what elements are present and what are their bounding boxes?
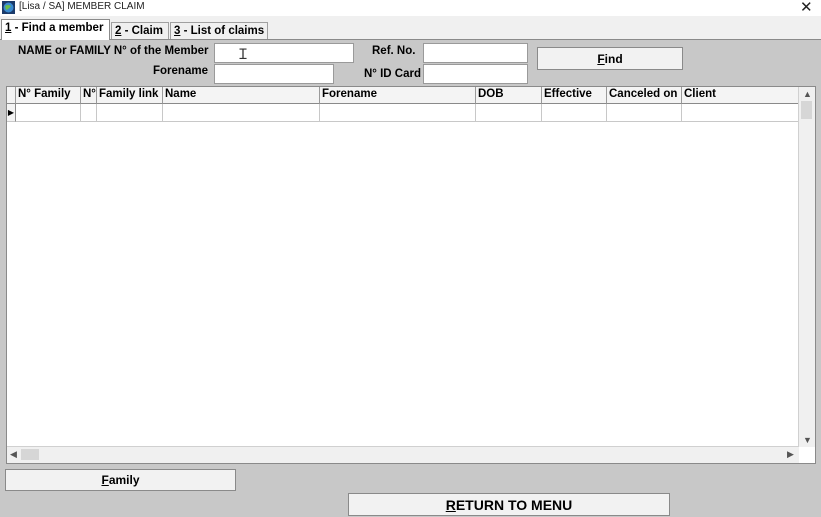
tab-find-member[interactable]: 1 - Find a member [1,19,110,40]
table-cell[interactable] [476,104,542,122]
name-family-input[interactable] [214,43,354,63]
id-card-input[interactable] [423,64,528,84]
table-cell[interactable] [16,104,81,122]
table-cell[interactable] [97,104,163,122]
tab-list-of-claims[interactable]: 3 - List of claims [170,22,268,40]
vertical-scroll-thumb[interactable] [801,101,812,119]
horizontal-scroll-thumb[interactable] [21,449,39,460]
scroll-right-icon[interactable]: ▶ [787,449,794,460]
name-family-label: NAME or FAMILY N° of the Member [18,45,209,57]
close-icon[interactable]: ✕ [800,0,813,16]
row-indicator[interactable]: ▶ [7,104,16,122]
table-cell[interactable] [542,104,607,122]
title-bar: [Lisa / SA] MEMBER CLAIM ✕ [0,0,821,16]
app-globe-icon [2,1,15,14]
scroll-up-icon[interactable]: ▲ [803,89,812,99]
col-header-no[interactable]: N° [81,87,97,104]
ref-no-label: Ref. No. [372,45,416,57]
col-header-forename[interactable]: Forename [320,87,476,104]
horizontal-scrollbar[interactable]: ◀ ▶ [7,446,799,463]
tab-label: - List of claims [180,25,265,37]
scroll-down-icon[interactable]: ▼ [803,435,812,445]
col-header-client[interactable]: Client [682,87,799,104]
tab-claim[interactable]: 2 - Claim [111,22,169,40]
forename-input[interactable] [214,64,334,84]
table-cell[interactable] [607,104,682,122]
col-header-name[interactable]: Name [163,87,320,104]
col-header-family-link[interactable]: Family link [97,87,163,104]
col-header-effective[interactable]: Effective [542,87,607,104]
forename-label: Forename [153,65,208,77]
text-cursor-icon: Ｉ [236,46,250,62]
id-card-label: N° ID Card [364,68,421,80]
table-cell[interactable] [320,104,476,122]
col-header-dob[interactable]: DOB [476,87,542,104]
tab-label: - Claim [121,25,163,37]
scroll-left-icon[interactable]: ◀ [10,449,17,460]
table-cell[interactable] [163,104,320,122]
family-button[interactable]: Family [5,469,236,491]
find-button[interactable]: Find [537,47,683,70]
members-grid[interactable]: N° Family N° Family link Name Forename D… [6,86,816,464]
vertical-scrollbar[interactable]: ▲ ▼ [798,87,815,447]
table-cell[interactable] [81,104,97,122]
tab-label: - Find a member [11,22,104,34]
table-cell[interactable] [682,104,799,122]
ref-no-input[interactable] [423,43,528,63]
tab-strip: 1 - Find a member 2 - Claim 3 - List of … [0,17,821,40]
row-header-corner [7,87,16,104]
col-header-family-no[interactable]: N° Family [16,87,81,104]
col-header-canceled-on[interactable]: Canceled on [607,87,682,104]
window-title: [Lisa / SA] MEMBER CLAIM [19,1,145,12]
return-to-menu-button[interactable]: R ETURN TO MENU [348,493,670,516]
